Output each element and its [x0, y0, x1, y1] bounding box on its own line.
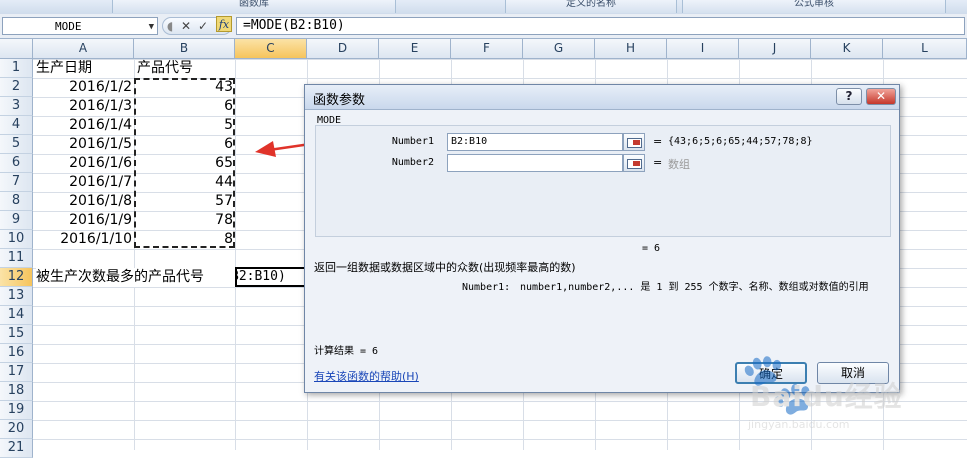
function-description: 返回一组数据或数据区域中的众数(出现频率最高的数)	[314, 261, 576, 274]
expand-icon: ◖	[167, 19, 174, 33]
row-header-1[interactable]: 1	[0, 59, 33, 78]
dialog-title: 函数参数	[313, 93, 366, 108]
cell-a9[interactable]: 2016/1/9	[33, 211, 132, 230]
select-all-corner[interactable]	[0, 39, 33, 59]
column-header-g[interactable]: G	[523, 39, 595, 59]
row-header-16[interactable]: 16	[0, 344, 33, 363]
row-header-20[interactable]: 20	[0, 420, 33, 439]
watermark-brand: Baidu经验	[750, 380, 903, 413]
arg-equals: =	[653, 135, 663, 148]
row-header-4[interactable]: 4	[0, 116, 33, 135]
arg-help-text: number1,number2,... 是 1 到 255 个数字、名称、数组或…	[520, 282, 869, 293]
formula-bar: MODE ▼ ◖ ✕ ✓ fx =MODE(B2:B10)	[0, 14, 967, 39]
number1-result: {43;6;5;6;65;44;57;78;8}	[668, 136, 813, 147]
row-header-9[interactable]: 9	[0, 211, 33, 230]
baidu-watermark: 🐾 Baidu经验 jingyan.baidu.com	[740, 340, 950, 450]
argument-group: Number1 B2:B10 = {43;6;5;6;65;44;57;78;8…	[315, 125, 891, 237]
row-header-5[interactable]: 5	[0, 135, 33, 154]
range-selection-marquee	[134, 78, 235, 248]
insert-function-icon[interactable]: fx	[216, 16, 232, 32]
number1-input[interactable]: B2:B10	[447, 133, 623, 151]
row-header-21[interactable]: 21	[0, 439, 33, 458]
arg-equals: =	[653, 156, 663, 169]
column-header-a[interactable]: A	[33, 39, 134, 59]
arg-label-number2: Number2	[391, 157, 434, 168]
row-header-19[interactable]: 19	[0, 401, 33, 420]
cell-a6[interactable]: 2016/1/6	[33, 154, 132, 173]
cell-b1[interactable]: 产品代号	[137, 59, 235, 78]
cell-a7[interactable]: 2016/1/7	[33, 173, 132, 192]
cell-edit-text: B2:B10)	[235, 269, 286, 284]
cell-a8[interactable]: 2016/1/8	[33, 192, 132, 211]
column-header-i[interactable]: I	[667, 39, 739, 59]
row-header-2[interactable]: 2	[0, 78, 33, 97]
column-header-j[interactable]: J	[739, 39, 811, 59]
cell-a4[interactable]: 2016/1/4	[33, 116, 132, 135]
arg-label-number1: Number1	[391, 136, 434, 147]
cell-a12[interactable]: 被生产次数最多的产品代号	[36, 268, 235, 287]
close-button[interactable]: ✕	[866, 88, 896, 105]
ribbon-group-defined-names[interactable]: 定义的名称	[505, 0, 677, 13]
row-header-14[interactable]: 14	[0, 306, 33, 325]
ribbon-group-formula-auditing[interactable]: 公式审核	[682, 0, 946, 13]
column-header-f[interactable]: F	[451, 39, 523, 59]
cell-a1[interactable]: 生产日期	[36, 59, 134, 78]
cell-a3[interactable]: 2016/1/3	[33, 97, 132, 116]
row-header-7[interactable]: 7	[0, 173, 33, 192]
number2-result: 数组	[668, 158, 690, 171]
row-header-8[interactable]: 8	[0, 192, 33, 211]
column-header-b[interactable]: B	[134, 39, 235, 59]
row-header-6[interactable]: 6	[0, 154, 33, 173]
column-header-k[interactable]: K	[811, 39, 883, 59]
name-box-value: MODE	[55, 20, 82, 33]
row-header-11[interactable]: 11	[0, 249, 33, 268]
chevron-down-icon[interactable]: ▼	[149, 18, 154, 36]
enter-icon[interactable]: ✓	[198, 19, 208, 34]
cell-a5[interactable]: 2016/1/5	[33, 135, 132, 154]
column-header-d[interactable]: D	[307, 39, 379, 59]
row-header-12[interactable]: 12	[0, 268, 33, 287]
cell-a10[interactable]: 2016/1/10	[33, 230, 132, 249]
row-header-17[interactable]: 17	[0, 363, 33, 382]
arg-help-label: Number1:	[462, 282, 511, 293]
column-header-h[interactable]: H	[595, 39, 667, 59]
ribbon-strip: 函数库 定义的名称 公式审核	[0, 0, 967, 15]
calc-result: 计算结果 = 6	[314, 346, 379, 357]
watermark-url: jingyan.baidu.com	[748, 418, 850, 431]
formula-result-line: = 6	[642, 243, 661, 254]
formula-input[interactable]: =MODE(B2:B10)	[236, 17, 965, 35]
row-header-18[interactable]: 18	[0, 382, 33, 401]
collapse-dialog-icon[interactable]	[623, 154, 645, 172]
collapse-dialog-icon[interactable]	[623, 133, 645, 151]
name-box[interactable]: MODE ▼	[2, 17, 158, 35]
function-help-link[interactable]: 有关该函数的帮助(H)	[314, 368, 419, 384]
dialog-titlebar[interactable]: 函数参数 ? ✕	[305, 85, 899, 110]
row-header-3[interactable]: 3	[0, 97, 33, 116]
grid-line	[235, 59, 236, 450]
row-header-10[interactable]: 10	[0, 230, 33, 249]
ribbon-group-function-library[interactable]: 函数库	[112, 0, 396, 13]
column-header-e[interactable]: E	[379, 39, 451, 59]
cancel-icon[interactable]: ✕	[181, 19, 191, 34]
column-header-c[interactable]: C	[235, 39, 307, 59]
cell-a2[interactable]: 2016/1/2	[33, 78, 132, 97]
number2-input[interactable]	[447, 154, 623, 172]
column-header-l[interactable]: L	[883, 39, 967, 59]
help-button[interactable]: ?	[836, 88, 862, 105]
row-header-15[interactable]: 15	[0, 325, 33, 344]
active-cell-c12[interactable]: B2:B10)	[235, 267, 307, 287]
row-header-13[interactable]: 13	[0, 287, 33, 306]
